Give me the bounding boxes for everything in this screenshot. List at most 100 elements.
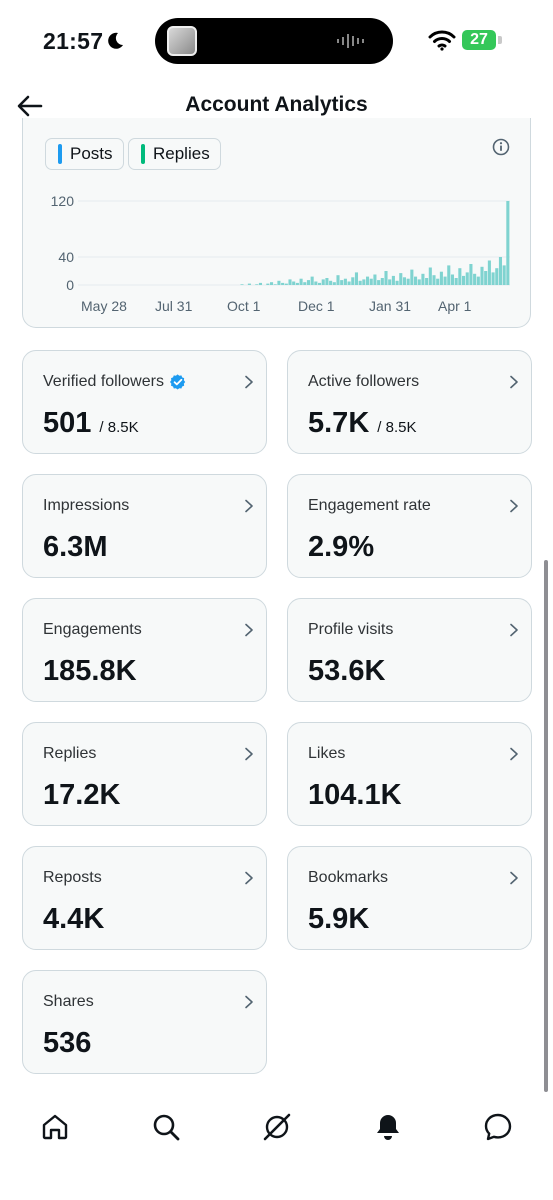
chart-bar xyxy=(469,264,473,285)
chart-bar xyxy=(476,276,480,285)
moon-icon xyxy=(108,32,123,49)
metric-label: Active followers xyxy=(308,373,419,391)
chart-bar xyxy=(354,272,359,285)
chevron-right-icon xyxy=(245,747,253,761)
dynamic-island[interactable] xyxy=(155,18,393,64)
page-title: Account Analytics xyxy=(185,93,368,116)
metric-card-impressions[interactable]: Impressions 6.3M xyxy=(22,474,267,578)
metric-label-text: Profile visits xyxy=(308,621,394,638)
metric-card-replies[interactable]: Replies 17.2K xyxy=(22,722,267,826)
chart-bar xyxy=(325,278,329,285)
chart-bar xyxy=(288,279,292,285)
metric-card-likes[interactable]: Likes 104.1K xyxy=(287,722,532,826)
legend-replies-label: Replies xyxy=(153,144,210,163)
chart-bar xyxy=(281,282,285,285)
metric-value: 501 / 8.5K xyxy=(43,407,139,440)
chart-bar xyxy=(428,267,432,285)
metric-card-engagement-rate[interactable]: Engagement rate 2.9% xyxy=(287,474,532,578)
chart-bar xyxy=(336,275,340,285)
chart-bar xyxy=(303,282,307,285)
metric-label: Shares xyxy=(43,993,94,1011)
metric-label: Replies xyxy=(43,745,96,763)
metric-card-reposts[interactable]: Reposts 4.4K xyxy=(22,846,267,950)
x-tick-label: Jul 31 xyxy=(155,298,193,314)
chevron-right-icon xyxy=(245,375,253,389)
chart-bar xyxy=(432,275,436,285)
bottom-navigation xyxy=(0,1100,553,1200)
metric-label: Bookmarks xyxy=(308,869,388,887)
chevron-right-icon xyxy=(510,499,518,513)
chevron-right-icon xyxy=(245,995,253,1009)
chevron-right-icon xyxy=(245,623,253,637)
y-tick-label: 0 xyxy=(66,277,74,293)
chart-bar xyxy=(421,273,425,285)
chart-bar xyxy=(247,283,251,285)
chart-bar xyxy=(402,277,407,285)
home-icon[interactable] xyxy=(40,1112,70,1142)
metric-label-text: Engagements xyxy=(43,621,142,638)
metric-value: 104.1K xyxy=(308,779,402,812)
metric-card-shares[interactable]: Shares 536 xyxy=(22,970,267,1074)
chart-bar xyxy=(439,271,443,285)
y-tick-label: 120 xyxy=(51,193,75,209)
chart-bar xyxy=(295,282,299,285)
chart-bar xyxy=(406,278,410,285)
chart-bar xyxy=(377,280,381,285)
chevron-right-icon xyxy=(245,499,253,513)
chart-bar xyxy=(506,201,510,285)
metric-value: 4.4K xyxy=(43,903,104,936)
scrollbar[interactable] xyxy=(544,560,548,1092)
metric-card-active-followers[interactable]: Active followers 5.7K / 8.5K xyxy=(287,350,532,454)
chart-bar xyxy=(366,276,370,285)
chart-bar xyxy=(450,274,455,285)
metric-value-text: 5.9K xyxy=(308,903,370,935)
legend-posts[interactable]: Posts xyxy=(45,138,124,170)
chevron-right-icon xyxy=(510,747,518,761)
metric-card-profile-visits[interactable]: Profile visits 53.6K xyxy=(287,598,532,702)
legend-replies[interactable]: Replies xyxy=(128,138,221,170)
metric-value-text: 5.7K xyxy=(308,407,370,439)
metric-label-text: Impressions xyxy=(43,497,130,514)
metric-value-text: 501 xyxy=(43,407,92,439)
metric-label: Engagements xyxy=(43,621,142,639)
chart-bar xyxy=(454,278,458,285)
chart-bar xyxy=(498,257,503,285)
chart-bar xyxy=(343,278,347,285)
info-icon[interactable] xyxy=(492,138,510,156)
legend-posts-label: Posts xyxy=(70,144,113,163)
metric-total: / 8.5K xyxy=(99,419,139,436)
chart-bar xyxy=(487,260,491,285)
chart-bar xyxy=(473,273,477,285)
metric-card-bookmarks[interactable]: Bookmarks 5.9K xyxy=(287,846,532,950)
metric-label: Profile visits xyxy=(308,621,393,639)
chart-bar xyxy=(277,280,281,285)
chart-bar xyxy=(362,279,366,285)
metric-label: Verified followers xyxy=(43,373,186,391)
metric-value-text: 104.1K xyxy=(308,779,402,811)
metric-card-verified-followers[interactable]: Verified followers 501 / 8.5K xyxy=(22,350,267,454)
grok-icon[interactable] xyxy=(262,1112,292,1142)
status-time: 21:57 xyxy=(43,28,104,54)
metric-value: 185.8K xyxy=(43,655,137,688)
messages-icon[interactable] xyxy=(483,1112,513,1142)
metric-label-text: Shares xyxy=(43,993,94,1010)
chart-bar xyxy=(388,279,392,285)
audio-wave-icon xyxy=(337,34,364,48)
chart-bar xyxy=(373,274,377,285)
search-icon[interactable] xyxy=(151,1112,181,1142)
metric-label-text: Replies xyxy=(43,745,97,762)
metric-label-text: Active followers xyxy=(308,373,420,390)
chart-bar xyxy=(351,277,355,285)
notifications-icon[interactable] xyxy=(373,1112,403,1142)
metric-label: Engagement rate xyxy=(308,497,431,515)
chart-bar xyxy=(306,280,311,285)
verified-badge-icon xyxy=(169,374,186,390)
chart-bar xyxy=(395,280,399,285)
chart-bar xyxy=(369,278,373,285)
chart-bar xyxy=(425,278,429,285)
metric-value-text: 536 xyxy=(43,1027,92,1059)
metric-card-engagements[interactable]: Engagements 185.8K xyxy=(22,598,267,702)
y-tick-label: 40 xyxy=(58,249,74,265)
chevron-right-icon xyxy=(510,871,518,885)
activity-chart-card: Posts Replies 120 40 0 May 28 Jul 31 Oct 1 Dec… xyxy=(22,118,531,328)
